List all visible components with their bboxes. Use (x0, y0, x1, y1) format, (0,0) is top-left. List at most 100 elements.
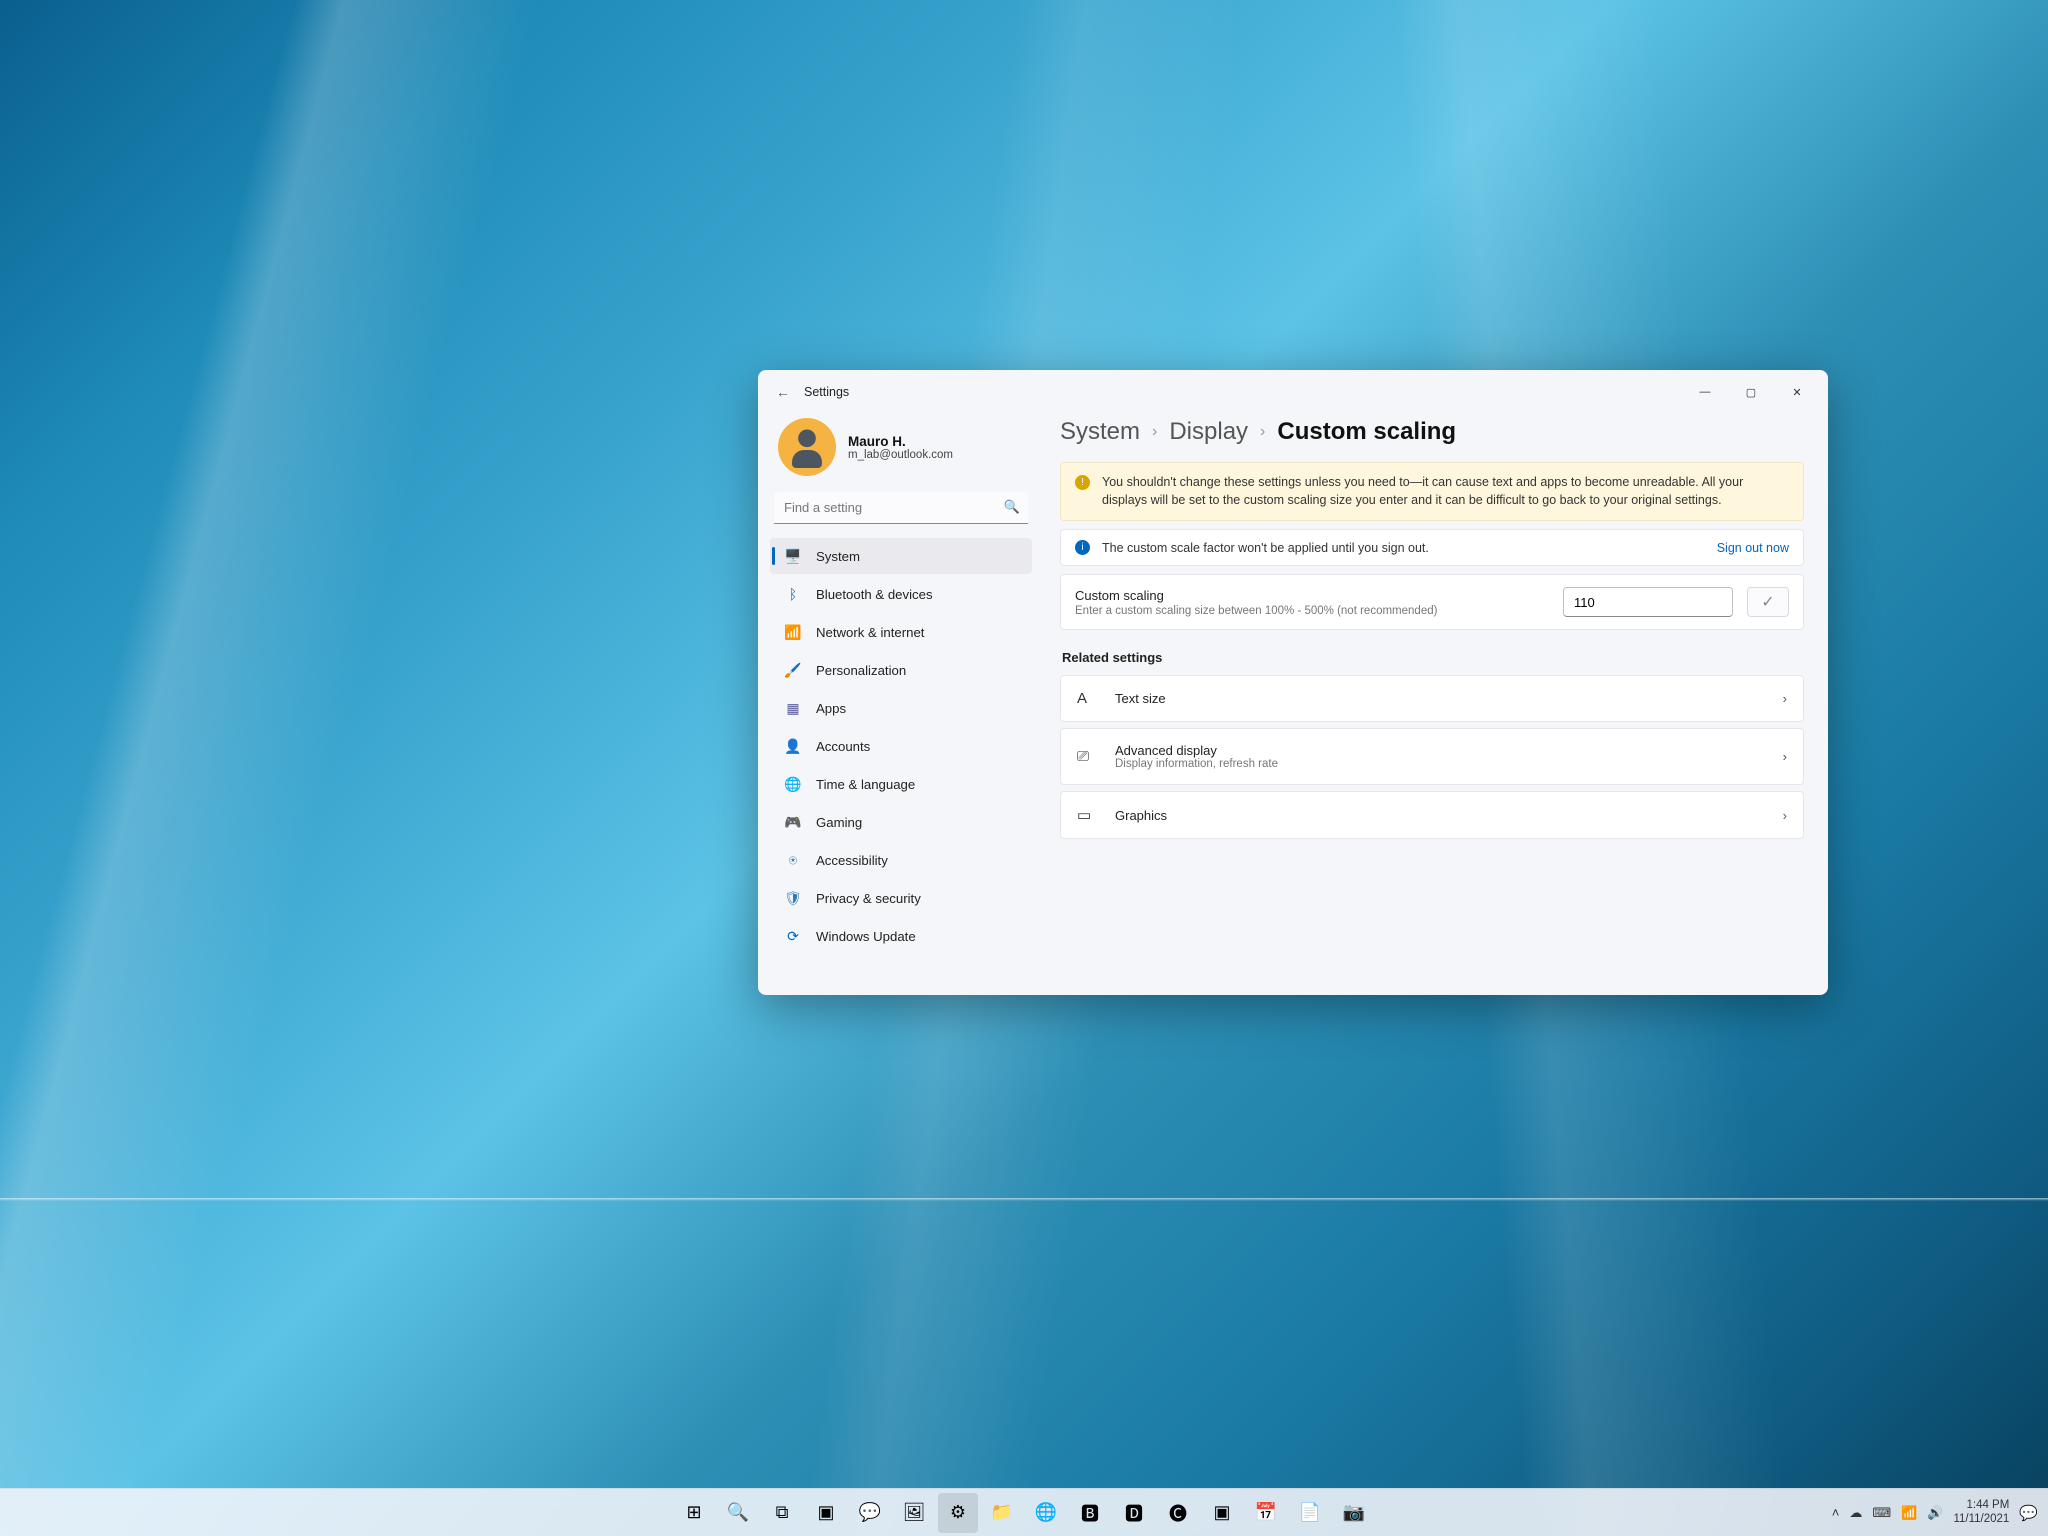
breadcrumb-display[interactable]: Display (1169, 418, 1248, 446)
taskbar-notepad[interactable]: 📄 (1290, 1493, 1330, 1533)
close-button[interactable]: ✕ (1774, 377, 1820, 407)
related-icon: A (1077, 690, 1097, 707)
sidebar-item-system[interactable]: 🖥️ System (770, 538, 1032, 574)
minimize-button[interactable]: — (1682, 377, 1728, 407)
nav-label: Windows Update (816, 929, 916, 944)
taskbar: ⊞ 🔍 ⧉ ▣ 💬 🖼 ⚙ 📁 🌐 🅱 🅳 🅒 ▣ 📅 📄 📷 ˄ ☁ ⌨ 📶 🔊 1:44 PM 11/11… (0, 1488, 2048, 1536)
nav-label: Gaming (816, 815, 862, 830)
edge-dev-icon: 🅳 (1125, 1500, 1143, 1526)
search-box[interactable]: 🔍 (774, 492, 1028, 524)
system-tray[interactable]: ˄ ☁ ⌨ 📶 🔊 (1832, 1505, 1944, 1521)
search-icon: 🔍 (727, 1502, 749, 1523)
info-banner: i The custom scale factor won't be appli… (1060, 529, 1804, 566)
chevron-up-icon[interactable]: ˄ (1832, 1505, 1840, 1520)
edge-icon: 🌐 (1035, 1502, 1057, 1523)
taskbar-start[interactable]: ⊞ (674, 1493, 714, 1533)
related-icon: ▭ (1077, 806, 1097, 824)
breadcrumb-system[interactable]: System (1060, 418, 1140, 446)
nav-icon: 📶 (784, 624, 802, 641)
taskbar-terminal[interactable]: ▣ (1202, 1493, 1242, 1533)
related-text-size[interactable]: AText size› (1060, 675, 1804, 722)
wallpaper-horizon (0, 1198, 2048, 1201)
related-advanced-display[interactable]: ⎚Advanced displayDisplay information, re… (1060, 728, 1804, 785)
search-input[interactable] (774, 492, 1028, 524)
related-icon: ⎚ (1077, 748, 1097, 765)
sidebar-item-accounts[interactable]: 👤 Accounts (770, 728, 1032, 764)
warning-text: You shouldn't change these settings unle… (1102, 474, 1789, 509)
edge-beta-icon: 🅱 (1081, 1500, 1099, 1526)
sidebar-item-gaming[interactable]: 🎮Gaming (770, 804, 1032, 840)
onedrive-icon[interactable]: ☁ (1849, 1505, 1862, 1521)
taskbar-chat[interactable]: 💬 (850, 1493, 890, 1533)
nav-icon: ⟳ (784, 928, 802, 945)
warning-banner: ! You shouldn't change these settings un… (1060, 462, 1804, 521)
maximize-button[interactable]: ▢ (1728, 377, 1774, 407)
nav-label: Bluetooth & devices (816, 587, 933, 602)
nav-icon: 🛡 (784, 890, 802, 907)
taskbar-taskview[interactable]: ⧉ (762, 1493, 802, 1533)
volume-icon[interactable]: 🔊 (1927, 1505, 1943, 1521)
keyboard-icon[interactable]: ⌨ (1872, 1505, 1891, 1521)
apply-button[interactable]: ✓ (1747, 587, 1789, 617)
clock-time: 1:44 PM (1953, 1499, 2009, 1513)
taskbar-explorer[interactable]: 📁 (982, 1493, 1022, 1533)
back-button[interactable]: ← (766, 384, 800, 400)
nav-label: Time & language (816, 777, 915, 792)
nav-icon: 🖌️ (784, 662, 802, 679)
titlebar: ← Settings — ▢ ✕ (758, 370, 1828, 414)
profile-email: m_lab@outlook.com (848, 449, 953, 461)
check-icon: ✓ (1761, 592, 1774, 612)
main-content: System › Display › Custom scaling ! You … (1044, 414, 1828, 995)
taskbar-edge-canary[interactable]: 🅒 (1158, 1493, 1198, 1533)
notifications-icon[interactable]: 💬 (2019, 1504, 2038, 1522)
nav-icon: ᛒ (784, 586, 802, 602)
taskbar-calendar[interactable]: 📅 (1246, 1493, 1286, 1533)
nav-icon: 🖥️ (784, 548, 802, 565)
related-graphics[interactable]: ▭Graphics› (1060, 791, 1804, 839)
taskbar-search[interactable]: 🔍 (718, 1493, 758, 1533)
sidebar-item-network-internet[interactable]: 📶Network & internet (770, 614, 1032, 650)
sidebar-item-apps[interactable]: ▦Apps (770, 690, 1032, 726)
nav-label: Privacy & security (816, 891, 921, 906)
taskbar-edge-beta[interactable]: 🅱 (1070, 1493, 1110, 1533)
related-desc: Display information, refresh rate (1115, 758, 1765, 770)
taskbar-photos[interactable]: 🖼 (894, 1493, 934, 1533)
nav-icon: 👤 (784, 738, 802, 755)
nav-label: Accessibility (816, 853, 888, 868)
terminal-icon: ▣ (1213, 1502, 1230, 1523)
taskbar-edge[interactable]: 🌐 (1026, 1493, 1066, 1533)
chevron-right-icon: › (1783, 691, 1787, 706)
sidebar-item-time-language[interactable]: 🌐 Time & language (770, 766, 1032, 802)
info-text: The custom scale factor won't be applied… (1102, 541, 1429, 555)
scaling-input[interactable] (1563, 587, 1733, 617)
search-icon: 🔍 (1004, 499, 1020, 515)
widgets-icon: ▣ (817, 1502, 834, 1523)
taskbar-edge-dev[interactable]: 🅳 (1114, 1493, 1154, 1533)
photos-icon: 🖼 (903, 1502, 926, 1523)
settings-window: ← Settings — ▢ ✕ Mauro H. m_lab@outlook.… (758, 370, 1828, 995)
sidebar-item-windows-update[interactable]: ⟳ Windows Update (770, 918, 1032, 954)
clock[interactable]: 1:44 PM 11/11/2021 (1953, 1499, 2009, 1527)
window-title: Settings (804, 385, 849, 399)
related-title: Graphics (1115, 808, 1765, 823)
info-icon: i (1075, 540, 1090, 555)
chat-icon: 💬 (859, 1502, 881, 1523)
nav-label: Accounts (816, 739, 870, 754)
sidebar-item-bluetooth-devices[interactable]: ᛒ Bluetooth & devices (770, 576, 1032, 612)
chevron-right-icon: › (1783, 749, 1787, 764)
sign-out-link[interactable]: Sign out now (1717, 541, 1789, 555)
taskbar-settings[interactable]: ⚙ (938, 1493, 978, 1533)
taskbar-camera[interactable]: 📷 (1334, 1493, 1374, 1533)
sidebar-item-accessibility[interactable]: ⍟Accessibility (770, 842, 1032, 878)
taskbar-widgets[interactable]: ▣ (806, 1493, 846, 1533)
sidebar-item-personalization[interactable]: 🖌️Personalization (770, 652, 1032, 688)
settings-icon: ⚙ (950, 1502, 966, 1523)
notepad-icon: 📄 (1299, 1502, 1321, 1523)
sidebar-item-privacy-security[interactable]: 🛡 Privacy & security (770, 880, 1032, 916)
nav-icon: 🌐 (784, 776, 802, 793)
profile[interactable]: Mauro H. m_lab@outlook.com (770, 414, 1032, 490)
breadcrumb: System › Display › Custom scaling (1060, 418, 1804, 446)
camera-icon: 📷 (1343, 1502, 1365, 1523)
wifi-icon[interactable]: 📶 (1901, 1505, 1917, 1521)
nav-label: System (816, 549, 860, 564)
